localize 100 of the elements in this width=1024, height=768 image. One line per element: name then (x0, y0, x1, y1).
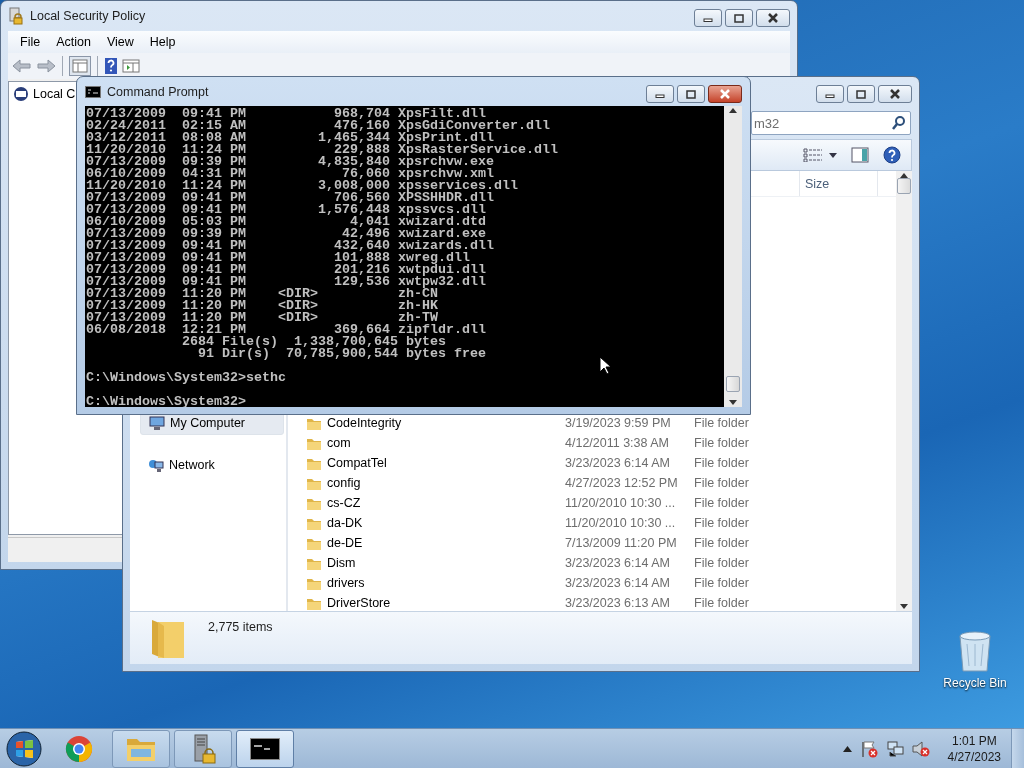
clock-time[interactable]: 1:01 PM (951, 732, 997, 749)
menu-item[interactable]: Help (143, 33, 182, 51)
table-cell-text: File folder (693, 476, 750, 490)
close-button[interactable] (708, 85, 742, 103)
maximize-button[interactable] (847, 85, 875, 103)
console-line: 06/10/2009 04:31 PM 76,060 xpsrchvw.xml (86, 168, 494, 180)
console-line: 03/12/2011 08:08 AM 1,465,344 XpsPrint.dll (86, 132, 494, 144)
console-line: 06/10/2009 05:03 PM 4,041 xwizard.dtd (86, 216, 487, 228)
table-cell-text: 11/20/2010 10:30 ... (564, 516, 677, 530)
console-line: 07/13/2009 09:39 PM 42,496 xwizard.exe (86, 228, 486, 240)
show-hidden-icons-arrow-icon[interactable] (842, 745, 852, 752)
flag-icon[interactable] (859, 739, 878, 758)
console-line: 07/13/2009 11:20 PM <DIR> zh-HK (86, 300, 439, 312)
help-icon[interactable] (883, 146, 901, 164)
recycle-bin-icon[interactable] (957, 630, 993, 672)
console-line: 07/13/2009 09:41 PM 201,216 xwtpdui.dll (86, 264, 487, 276)
scroll-down-icon[interactable] (900, 604, 908, 609)
file-name[interactable]: CompatTel (327, 456, 387, 470)
table-cell-text: File folder (693, 436, 750, 450)
console-line: 07/13/2009 09:41 PM 1,576,448 xpssvcs.dll (86, 204, 487, 216)
console-line: 07/13/2009 11:20 PM <DIR> zh-CN (86, 288, 438, 300)
table-cell-text: 4/12/2011 3:38 AM (564, 436, 671, 450)
console-line: 07/13/2009 09:41 PM 129,536 xwtpw32.dll (86, 276, 487, 288)
dropdown-arrow-icon[interactable] (829, 152, 837, 158)
file-name[interactable]: config (327, 476, 361, 490)
menu-item[interactable]: Action (50, 33, 97, 51)
console-line: 07/13/2009 11:20 PM <DIR> zh-TW (86, 312, 438, 324)
console-icon (85, 85, 101, 98)
table-cell-text: 11/20/2010 10:30 ... (564, 496, 677, 510)
file-name[interactable]: CodeIntegrity (327, 416, 402, 430)
tree-item[interactable]: Local C (33, 87, 76, 101)
network-icon[interactable] (885, 739, 904, 758)
file-name[interactable]: da-DK (327, 516, 363, 530)
console-icon (250, 737, 280, 760)
file-name[interactable]: cs-CZ (327, 496, 361, 510)
scrollbar[interactable] (896, 171, 912, 611)
view-options-icon[interactable] (803, 148, 823, 162)
maximize-icon[interactable] (734, 13, 744, 23)
speaker-muted-icon[interactable] (911, 739, 930, 758)
file-name[interactable]: com (327, 436, 351, 450)
start-button[interactable] (6, 730, 42, 767)
taskbar-button[interactable] (236, 729, 294, 768)
console-line: 91 Dir(s) 70,785,900,544 bytes free (196, 348, 487, 360)
table-cell-text: 4/27/2023 12:52 PM (564, 476, 679, 490)
table-cell-text: File folder (693, 556, 750, 570)
minimize-button[interactable] (646, 85, 674, 103)
maximize-button[interactable] (725, 9, 753, 27)
column-header[interactable]: Size (800, 171, 878, 196)
file-name[interactable]: DriverStore (327, 596, 391, 610)
minimize-button[interactable] (816, 85, 844, 103)
file-name[interactable]: Dism (327, 556, 356, 570)
table-cell-text: 3/23/2023 6:14 AM (564, 576, 671, 590)
file-name[interactable]: drivers (327, 576, 365, 590)
console-line: 2684 File(s) 1,338,700,645 bytes (180, 336, 446, 348)
table-cell-text: File folder (693, 456, 750, 470)
close-icon[interactable] (767, 13, 779, 23)
console-line: 11/20/2010 11:24 PM 3,008,000 xpsservices.dll (86, 180, 519, 192)
lock-icon (8, 7, 24, 25)
console-line: 06/08/2018 12:21 PM 369,664 zipfldr.dll (86, 324, 487, 336)
item-count: 2,775 items (208, 620, 273, 634)
console-line: C:\Windows\System32>sethc (86, 372, 287, 384)
close-button[interactable] (878, 85, 912, 103)
table-cell-text: 3/23/2023 6:14 AM (564, 456, 671, 470)
maximize-icon[interactable] (856, 89, 866, 99)
console-line: 11/20/2010 11:24 PM 229,888 XpsRasterService.dll (86, 144, 559, 156)
window-title: Command Prompt (107, 84, 209, 99)
table-cell-text: 3/19/2023 9:59 PM (564, 416, 672, 430)
help-icon[interactable] (104, 57, 118, 75)
close-button[interactable] (756, 9, 790, 27)
clock-date[interactable]: 4/27/2023 (947, 748, 1001, 765)
scrollbar-thumb[interactable] (726, 376, 740, 392)
console-line: 02/24/2011 02:15 AM 476,160 XpsGdiConverter.dll (86, 120, 551, 132)
scroll-down-icon[interactable] (729, 400, 737, 405)
console-line: C:\Windows\System32> (86, 396, 247, 407)
menu-item[interactable]: File (14, 33, 47, 51)
maximize-icon[interactable] (686, 89, 696, 99)
table-cell-text: File folder (693, 536, 750, 550)
console-line: 07/13/2009 09:39 PM 4,835,840 xpsrchvw.exe (86, 156, 494, 168)
scroll-up-icon[interactable] (729, 108, 737, 113)
close-icon[interactable] (889, 89, 901, 99)
console-line: 07/13/2009 09:41 PM 101,888 xwreg.dll (86, 252, 470, 264)
table-cell-text: File folder (693, 496, 750, 510)
nav-item[interactable]: Network (140, 454, 284, 476)
table-cell-text: 3/23/2023 6:13 AM (564, 596, 671, 610)
maximize-button[interactable] (677, 85, 705, 103)
table-cell-text: 3/23/2023 6:14 AM (564, 556, 671, 570)
menu-item[interactable]: View (100, 33, 140, 51)
table-cell-text: File folder (693, 596, 750, 610)
table-cell-text: 7/13/2009 11:20 PM (564, 536, 678, 550)
mouse-pointer-icon (599, 356, 611, 375)
panel-icon[interactable] (122, 58, 140, 74)
preview-pane-icon[interactable] (851, 147, 869, 163)
table-cell-text: File folder (693, 416, 750, 430)
tree-toggle-icon[interactable] (69, 56, 91, 76)
minimize-button[interactable] (694, 9, 722, 27)
search-field[interactable]: m32 (751, 111, 911, 135)
table-cell-text: File folder (693, 576, 750, 590)
scrollbar[interactable] (724, 106, 742, 407)
scrollbar-thumb[interactable] (897, 178, 911, 194)
file-name[interactable]: de-DE (327, 536, 363, 550)
